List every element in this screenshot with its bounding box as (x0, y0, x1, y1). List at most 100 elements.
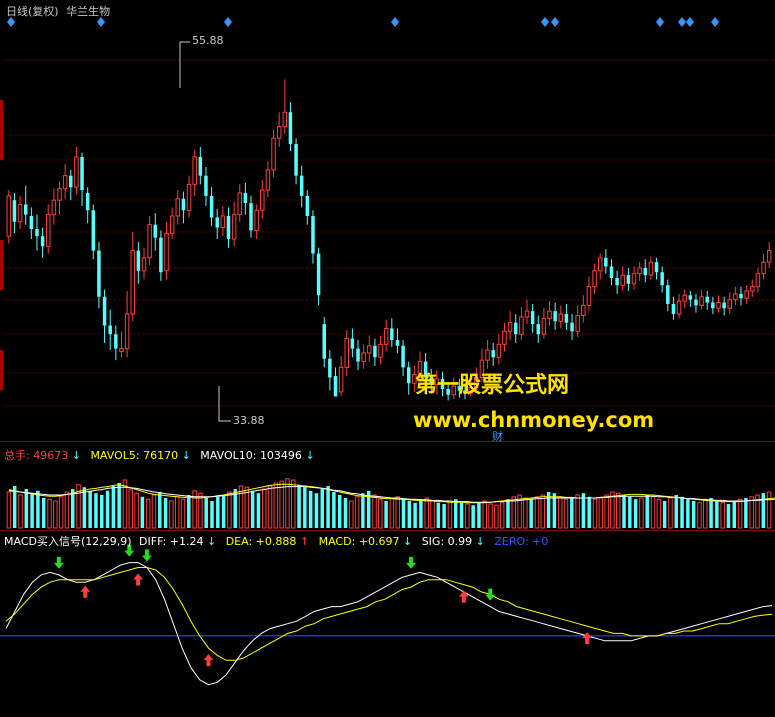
macd-header: MACD买入信号(12,29,9) DIFF: +1.24 ↓ DEA: +0.… (4, 533, 548, 549)
candle-body (231, 214, 237, 240)
volume-bar (384, 501, 388, 528)
candle-body (755, 273, 761, 288)
candle-body (739, 293, 743, 299)
candle-body (237, 192, 242, 216)
candle-body (564, 314, 569, 323)
candle-body (519, 316, 524, 335)
volume-bar (174, 496, 180, 529)
candle-body (643, 267, 648, 276)
watermark-url: www.chnmoney.com (413, 408, 655, 432)
candle-body (102, 296, 107, 326)
candle-body (660, 272, 664, 286)
signal-diamond-icon (541, 17, 549, 27)
candle-body (694, 299, 698, 306)
sell-arrow-icon (141, 549, 152, 562)
volume-bar (18, 494, 23, 529)
volume-bar (267, 485, 273, 529)
volume-bar (100, 495, 104, 528)
volume-bar (158, 492, 162, 528)
volume-bar (41, 498, 46, 528)
volume-bar (94, 493, 98, 528)
candle-body (198, 156, 203, 176)
candle-body (164, 232, 169, 272)
volume-bar (88, 490, 92, 528)
volume-bar (686, 499, 690, 528)
candle-body (699, 296, 704, 306)
candle-body (581, 304, 586, 316)
candle-body (666, 285, 670, 304)
left-axis-marker (0, 240, 3, 290)
candle-body (91, 210, 96, 251)
volume-bar (250, 490, 255, 528)
volume-bar (273, 482, 279, 529)
volume-bar (546, 492, 551, 528)
volume-bar (534, 496, 540, 529)
buy-arrow-icon (80, 585, 91, 598)
volume-bar (227, 491, 232, 529)
volume-bar (668, 497, 673, 529)
candle-body (536, 324, 541, 335)
volume-bar (279, 480, 284, 529)
volume-bar (709, 498, 713, 528)
left-axis-marker (0, 350, 3, 390)
volume-bar (633, 499, 638, 528)
chart-header: 日线(复权) 华兰生物 (6, 3, 110, 19)
volume-bar (726, 504, 731, 528)
candle-body (367, 345, 372, 354)
volume-bar (238, 485, 244, 529)
dea-value: DEA: +0.888 (225, 535, 297, 548)
candle-body (124, 313, 130, 350)
candle-body (761, 261, 766, 275)
volume-bar (587, 496, 591, 528)
period-title[interactable]: 日线(复权) (6, 5, 59, 18)
volume-bar (47, 498, 52, 529)
volume-bar (615, 492, 621, 529)
candle-body (57, 188, 62, 201)
candle-body (51, 199, 57, 216)
volume-bar (529, 499, 533, 528)
volume-bar (656, 498, 662, 529)
candle-body (119, 348, 124, 353)
volume-bar (749, 496, 754, 529)
signal-diamond-icon (678, 17, 686, 27)
candle-body (169, 215, 175, 234)
candle-body (722, 302, 726, 309)
volume-bar (349, 500, 354, 529)
candle-body (249, 203, 253, 231)
candle-body (74, 156, 79, 188)
volume-bar (401, 499, 406, 528)
volume-bar (372, 494, 377, 529)
volume-bar (424, 497, 429, 529)
volume-bar (320, 489, 325, 528)
candle-body (35, 229, 39, 237)
volume-bar (645, 495, 649, 528)
candle-body (727, 299, 733, 309)
volume-bar (151, 494, 157, 529)
volume-bar (216, 496, 220, 528)
total-volume-value: 49673 (33, 449, 69, 462)
candle-body (344, 338, 350, 368)
volume-bar (592, 498, 598, 529)
candle-body (12, 200, 17, 222)
down-arrow-icon: ↓ (206, 535, 217, 548)
candle-body (80, 156, 84, 191)
panel-separator-volume-macd (0, 530, 775, 531)
candle-body (338, 366, 344, 393)
volume-bar (703, 498, 708, 529)
mavol5-label: MAVOL5: (90, 449, 140, 462)
candle-body (62, 175, 68, 190)
volume-bar (662, 501, 667, 528)
down-arrow-icon: ↓ (402, 535, 413, 548)
candle-body (215, 217, 219, 228)
sell-arrow-icon (53, 556, 64, 569)
candle-body (541, 317, 547, 335)
low-pointer-line (218, 386, 231, 422)
volume-bar (622, 495, 626, 528)
buy-arrow-icon (582, 632, 593, 645)
candle-body (40, 236, 45, 247)
signal-diamond-icon (711, 17, 719, 27)
candle-body (181, 198, 186, 211)
candle-body (592, 270, 597, 288)
signal-diamond-icon (224, 17, 232, 27)
candle-body (547, 310, 552, 319)
